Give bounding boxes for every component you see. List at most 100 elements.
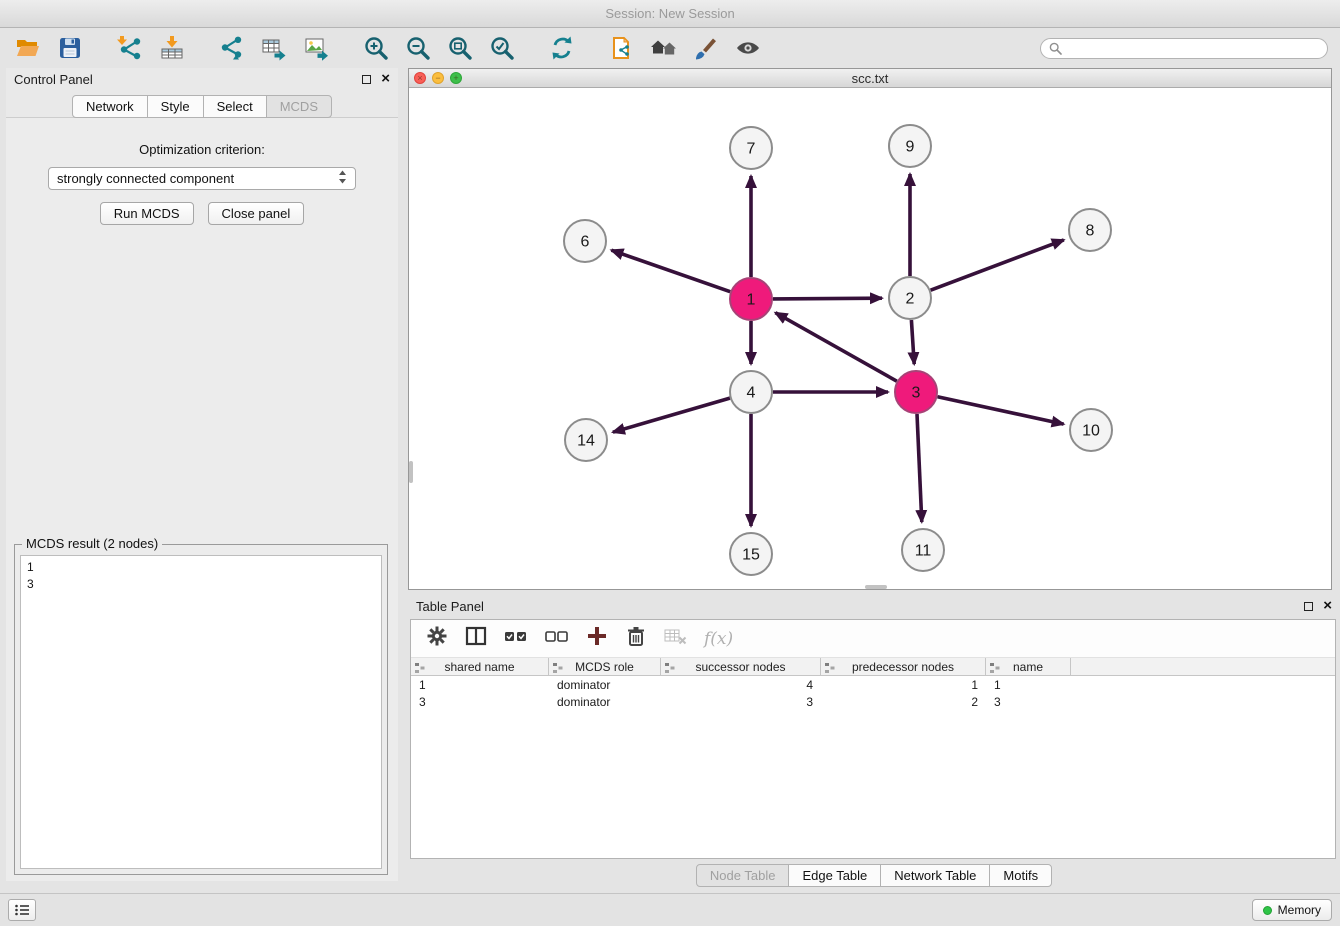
vertical-scrollbar-thumb[interactable]	[409, 461, 413, 483]
window-title: Session: New Session	[605, 6, 734, 21]
float-panel-icon[interactable]	[362, 75, 371, 84]
save-session-icon[interactable]	[54, 33, 86, 63]
graph-edge-1-6[interactable]	[611, 250, 730, 292]
magnifier-fit-icon	[447, 35, 473, 61]
node-table-body: 1dominator4113dominator323	[411, 676, 1335, 710]
graph-node-4[interactable]: 4	[730, 371, 772, 413]
graph-node-10[interactable]: 10	[1070, 409, 1112, 451]
table-tab-motifs[interactable]: Motifs	[989, 864, 1052, 887]
column-header-MCDS-role[interactable]: MCDS role	[549, 658, 661, 675]
table-cell[interactable]: 3	[411, 695, 549, 709]
table-tab-node-table[interactable]: Node Table	[696, 864, 790, 887]
tab-style[interactable]: Style	[147, 95, 204, 118]
graph-node-2[interactable]: 2	[889, 277, 931, 319]
search-input[interactable]	[1066, 41, 1319, 55]
tab-mcds[interactable]: MCDS	[266, 95, 332, 118]
table-panel-title: Table Panel	[416, 599, 484, 614]
tab-select[interactable]: Select	[203, 95, 267, 118]
table-tab-edge-table[interactable]: Edge Table	[788, 864, 881, 887]
graph-node-7[interactable]: 7	[730, 127, 772, 169]
magnifier-minus-icon	[405, 35, 431, 61]
run-mcds-button[interactable]: Run MCDS	[100, 202, 194, 225]
export-image-icon[interactable]	[300, 33, 332, 63]
create-column-icon[interactable]	[585, 624, 609, 653]
graph-node-3[interactable]: 3	[895, 371, 937, 413]
graph-edge-3-10[interactable]	[938, 397, 1064, 424]
tab-network[interactable]: Network	[72, 95, 148, 118]
first-neighbors-icon[interactable]	[648, 33, 680, 63]
close-window-icon[interactable]: ×	[414, 72, 426, 84]
graph-edge-3-1[interactable]	[775, 313, 896, 382]
table-cell[interactable]: 3	[661, 695, 821, 709]
import-table-icon[interactable]	[156, 33, 188, 63]
table-cell[interactable]: dominator	[549, 678, 661, 692]
graph-edge-4-14[interactable]	[613, 398, 730, 432]
app-window: Session: New Session	[0, 0, 1340, 926]
network-canvas[interactable]: 7 9 6 8 1 2 4 3 14 10 15 11	[409, 89, 1331, 589]
zoom-in-icon[interactable]	[360, 33, 392, 63]
new-network-from-selection-icon[interactable]	[606, 33, 638, 63]
select-all-icon[interactable]	[503, 624, 529, 653]
column-header-shared-name[interactable]: shared name	[411, 658, 549, 675]
graph-node-15[interactable]: 15	[730, 533, 772, 575]
export-network-icon[interactable]	[216, 33, 248, 63]
table-cell[interactable]: 1	[821, 678, 986, 692]
graph-node-14[interactable]: 14	[565, 419, 607, 461]
column-tree-icon	[990, 662, 1000, 676]
table-export-icon	[261, 35, 287, 61]
minimize-window-icon[interactable]: −	[432, 72, 444, 84]
graph-node-11[interactable]: 11	[902, 529, 944, 571]
table-cell[interactable]: 1	[411, 678, 549, 692]
zoom-selected-icon[interactable]	[486, 33, 518, 63]
export-table-icon[interactable]	[258, 33, 290, 63]
mcds-result-line: 1	[27, 559, 375, 576]
close-panel-icon[interactable]: ×	[381, 72, 390, 86]
graph-node-6[interactable]: 6	[564, 220, 606, 262]
graph-node-1[interactable]: 1	[730, 278, 772, 320]
table-cell[interactable]: dominator	[549, 695, 661, 709]
close-panel-button[interactable]: Close panel	[208, 202, 305, 225]
control-panel: Control Panel × NetworkStyleSelectMCDS O…	[6, 68, 398, 881]
column-tree-icon	[553, 662, 563, 676]
task-history-button[interactable]	[8, 899, 36, 921]
table-cell[interactable]: 1	[986, 678, 1071, 692]
show-columns-icon[interactable]	[464, 624, 488, 653]
table-tab-network-table[interactable]: Network Table	[880, 864, 990, 887]
graph-edge-1-2[interactable]	[773, 298, 882, 299]
table-cell[interactable]: 2	[821, 695, 986, 709]
search-box[interactable]	[1040, 38, 1328, 59]
column-header-label: name	[1013, 660, 1043, 674]
zoom-out-icon[interactable]	[402, 33, 434, 63]
graph-node-9[interactable]: 9	[889, 125, 931, 167]
open-session-icon[interactable]	[12, 33, 44, 63]
graph-edge-2-3[interactable]	[911, 320, 914, 364]
zoom-fit-icon[interactable]	[444, 33, 476, 63]
apply-layout-icon[interactable]	[546, 33, 578, 63]
table-settings-gear-icon[interactable]	[425, 624, 449, 653]
graph-edge-3-11[interactable]	[917, 414, 922, 522]
horizontal-scrollbar-thumb[interactable]	[865, 585, 887, 589]
network-graph[interactable]: 7 9 6 8 1 2 4 3 14 10 15 11	[409, 89, 1331, 589]
graph-edge-2-8[interactable]	[931, 240, 1064, 290]
column-header-name[interactable]: name	[986, 658, 1071, 675]
unselect-all-icon[interactable]	[544, 624, 570, 653]
delete-column-icon[interactable]	[624, 624, 648, 653]
table-cell[interactable]: 3	[986, 695, 1071, 709]
maximize-window-icon[interactable]: +	[450, 72, 462, 84]
column-header-label: shared name	[444, 660, 514, 674]
float-table-panel-icon[interactable]	[1304, 602, 1313, 611]
function-builder-icon: f(x)	[704, 629, 733, 649]
graphics-details-icon[interactable]	[732, 33, 764, 63]
optimization-dropdown[interactable]: strongly connected component	[48, 167, 356, 190]
table-row[interactable]: 3dominator323	[411, 693, 1335, 710]
table-row[interactable]: 1dominator411	[411, 676, 1335, 693]
close-table-panel-icon[interactable]: ×	[1323, 599, 1332, 613]
memory-button[interactable]: Memory	[1252, 899, 1332, 921]
column-header-successor-nodes[interactable]: successor nodes	[661, 658, 821, 675]
style-brush-icon[interactable]	[690, 33, 722, 63]
graph-node-8[interactable]: 8	[1069, 209, 1111, 251]
network-window-title: scc.txt	[409, 71, 1331, 86]
import-network-icon[interactable]	[114, 33, 146, 63]
column-header-predecessor-nodes[interactable]: predecessor nodes	[821, 658, 986, 675]
table-cell[interactable]: 4	[661, 678, 821, 692]
